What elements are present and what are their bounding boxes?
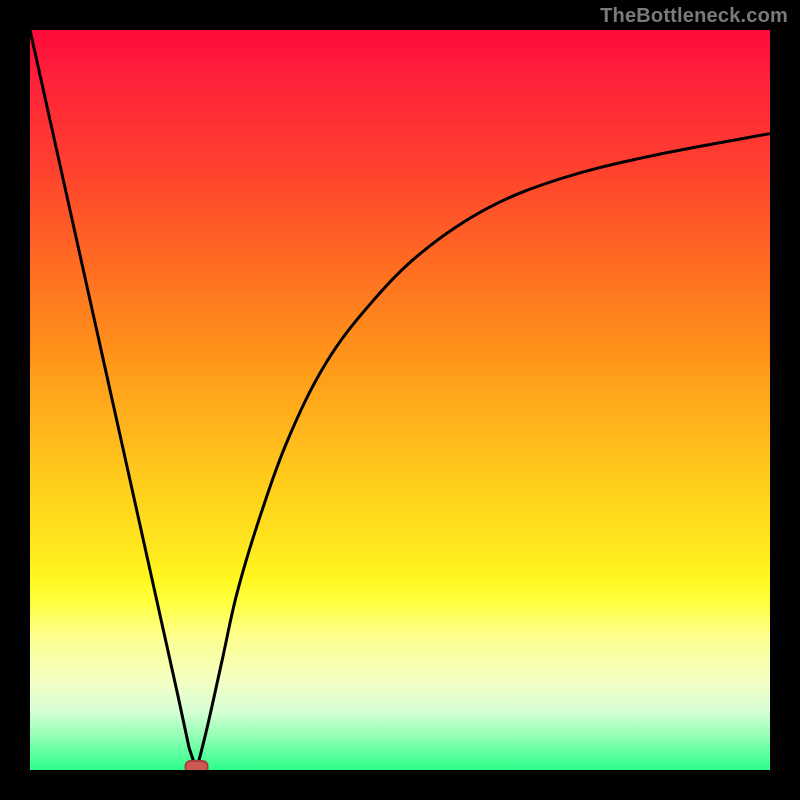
minimum-marker xyxy=(186,761,208,770)
curve-left-branch xyxy=(30,30,197,770)
curve-right-branch xyxy=(197,134,771,770)
chart-frame: TheBottleneck.com xyxy=(0,0,800,800)
plot-area xyxy=(30,30,770,770)
chart-svg xyxy=(30,30,770,770)
attribution-text: TheBottleneck.com xyxy=(600,5,788,28)
